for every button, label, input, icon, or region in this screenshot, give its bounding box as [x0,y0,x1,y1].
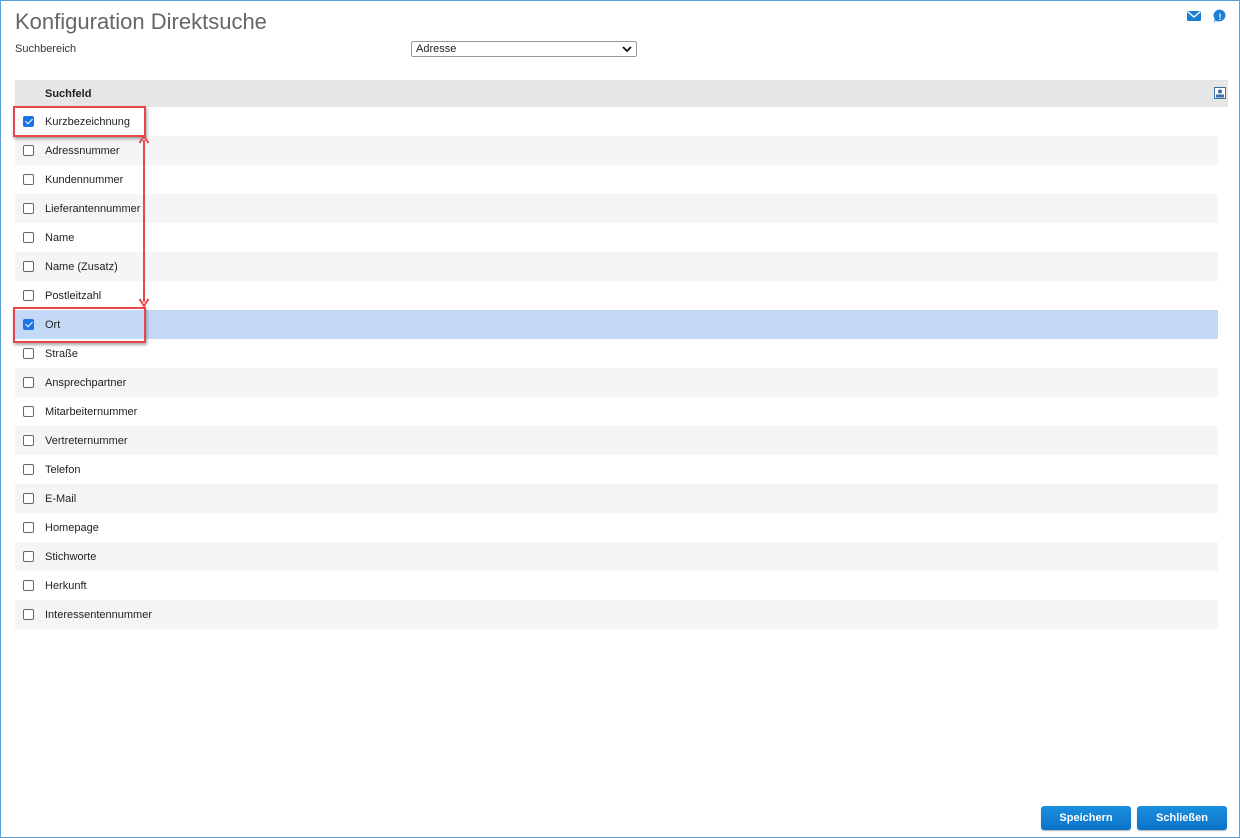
table-header: Suchfeld [15,80,1228,107]
annotation-arrow [138,134,150,308]
table-row[interactable]: Kurzbezeichnung [15,107,1218,136]
page-title: Konfiguration Direktsuche [15,9,267,34]
annotation-box-kurzbezeichnung [13,106,146,137]
table-row[interactable]: Interessentennummer [15,600,1218,629]
row-label: Vertreternummer [45,435,128,447]
close-button[interactable]: Schließen [1137,806,1227,830]
search-scope-value: Adresse [416,43,457,55]
row-checkbox[interactable] [23,261,34,272]
row-label: Mitarbeiternummer [45,406,138,418]
table-row[interactable]: Telefon [15,455,1218,484]
row-checkbox[interactable] [23,174,34,185]
table-row[interactable]: Homepage [15,513,1218,542]
help-icon[interactable]: ! [1212,8,1228,24]
row-label: Homepage [45,522,99,534]
table-row[interactable]: Herkunft [15,571,1218,600]
row-checkbox[interactable] [23,406,34,417]
row-checkbox[interactable] [23,377,34,388]
row-label: Name (Zusatz) [45,261,118,273]
table-row[interactable]: Mitarbeiternummer [15,397,1218,426]
svg-text:!: ! [1219,12,1222,22]
table-row[interactable]: Postleitzahl [15,281,1218,310]
row-label: Name [45,232,75,244]
row-checkbox[interactable] [23,551,34,562]
table-row[interactable]: Straße [15,339,1218,368]
search-scope-select[interactable]: Adresse [411,41,637,57]
save-button[interactable]: Speichern [1041,806,1131,830]
row-label: Herkunft [45,580,87,592]
row-label: Ansprechpartner [45,377,127,389]
table-row[interactable]: Name [15,223,1218,252]
column-header-suchfeld[interactable]: Suchfeld [45,88,91,100]
row-label: Straße [45,348,79,360]
search-field-list: Kurzbezeichnung Adressnummer Kundennummer L… [15,107,1218,629]
table-row[interactable]: E-Mail [15,484,1218,513]
row-checkbox[interactable] [23,609,34,620]
row-label: Kundennummer [45,174,124,186]
chevron-down-icon [622,46,632,53]
row-checkbox[interactable] [23,493,34,504]
annotation-box-ort [13,307,146,343]
row-label: Stichworte [45,551,97,563]
row-checkbox[interactable] [23,145,34,156]
table-row[interactable]: Stichworte [15,542,1218,571]
row-checkbox[interactable] [23,232,34,243]
table-row[interactable]: Vertreternummer [15,426,1218,455]
table-row[interactable]: Adressnummer [15,136,1218,165]
row-checkbox[interactable] [23,580,34,591]
table-row[interactable]: Lieferantennummer [15,194,1218,223]
row-checkbox[interactable] [23,435,34,446]
row-label: E-Mail [45,493,77,505]
search-scope-label: Suchbereich [15,43,77,55]
column-settings-icon[interactable] [1214,87,1226,99]
row-checkbox[interactable] [23,348,34,359]
table-row[interactable]: Name (Zusatz) [15,252,1218,281]
row-checkbox[interactable] [23,464,34,475]
table-row[interactable]: Kundennummer [15,165,1218,194]
row-label: Interessentennummer [45,609,152,621]
top-icons: ! [1186,8,1228,24]
row-label: Postleitzahl [45,290,102,302]
row-checkbox[interactable] [23,203,34,214]
row-label: Lieferantennummer [45,203,141,215]
mail-icon[interactable] [1186,8,1202,24]
table-row[interactable]: Ansprechpartner [15,368,1218,397]
row-label: Adressnummer [45,145,120,157]
table-row[interactable]: Ort [15,310,1218,339]
row-checkbox[interactable] [23,290,34,301]
row-label: Telefon [45,464,81,476]
row-checkbox[interactable] [23,522,34,533]
